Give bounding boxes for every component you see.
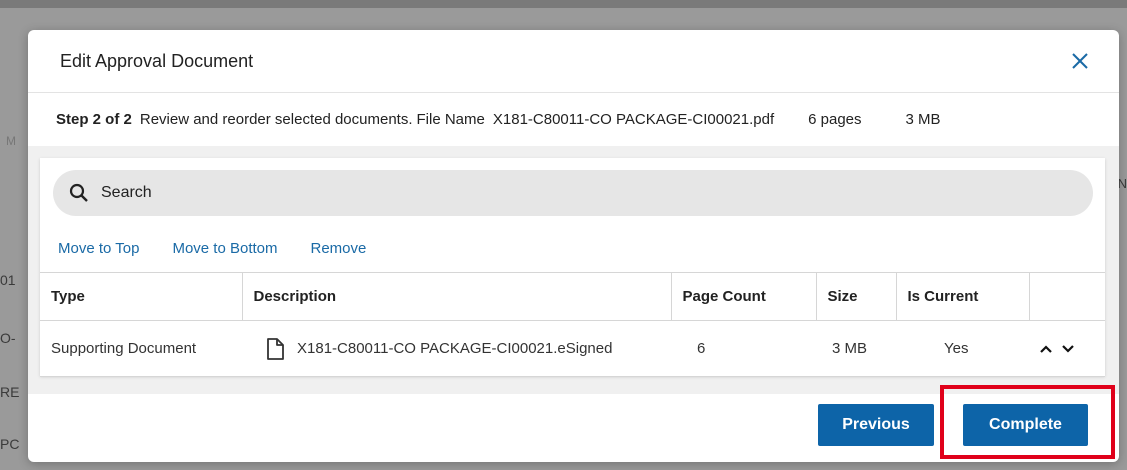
- cell-page-count: 6: [671, 320, 816, 377]
- step-description: Review and reorder selected documents.: [139, 111, 413, 128]
- document-actions: Move to Top Move to Bottom Remove: [58, 240, 399, 257]
- search-bar[interactable]: [53, 170, 1093, 216]
- close-icon[interactable]: [1069, 50, 1091, 72]
- document-name: X181-C80011-CO PACKAGE-CI00021.eSigned: [297, 340, 613, 357]
- column-header-description[interactable]: Description: [242, 272, 672, 321]
- search-icon: [69, 183, 89, 203]
- file-name-label: File Name: [416, 111, 485, 128]
- documents-panel: Move to Top Move to Bottom Remove Type D…: [40, 158, 1105, 377]
- step-indicator: Step 2 of 2: [56, 111, 132, 128]
- column-header-reorder: [1029, 272, 1105, 321]
- background-text-fragment: O-: [0, 330, 16, 346]
- documents-table: Type Description Page Count Size Is Curr…: [40, 272, 1105, 377]
- file-size-value: 3 MB: [905, 111, 941, 128]
- move-up-icon[interactable]: [1039, 342, 1053, 356]
- document-icon: [265, 337, 285, 360]
- cell-reorder: [1029, 320, 1105, 377]
- background-topbar: [0, 0, 1127, 8]
- dialog-title: Edit Approval Document: [60, 50, 254, 71]
- column-header-page-count[interactable]: Page Count: [671, 272, 817, 321]
- content-area: Move to Top Move to Bottom Remove Type D…: [28, 146, 1119, 394]
- column-header-type[interactable]: Type: [40, 272, 243, 321]
- previous-button[interactable]: Previous: [818, 404, 934, 446]
- background-text-fragment: 01: [0, 272, 16, 288]
- move-to-top-link[interactable]: Move to Top: [58, 240, 139, 257]
- table-row[interactable]: Supporting Document X181-C80011-CO PACKA…: [40, 320, 1105, 377]
- column-header-is-current[interactable]: Is Current: [896, 272, 1030, 321]
- edit-approval-document-dialog: Edit Approval Document Step 2 of 2 Revie…: [28, 30, 1119, 462]
- table-header-row: Type Description Page Count Size Is Curr…: [40, 272, 1105, 321]
- cell-size: 3 MB: [816, 320, 896, 377]
- complete-button[interactable]: Complete: [963, 404, 1088, 446]
- file-name-value: X181-C80011-CO PACKAGE-CI00021.pdf: [492, 111, 775, 128]
- background-text-fragment: RE: [0, 384, 20, 400]
- background-text-fragment: M: [6, 134, 16, 148]
- search-input[interactable]: [101, 184, 1001, 202]
- background-text-fragment: PC: [0, 436, 20, 452]
- cell-description: X181-C80011-CO PACKAGE-CI00021.eSigned: [242, 320, 671, 377]
- background-text-fragment: N: [1117, 176, 1127, 191]
- cell-type: Supporting Document: [40, 320, 242, 377]
- cell-is-current: Yes: [896, 320, 1029, 377]
- column-header-size[interactable]: Size: [816, 272, 897, 321]
- dialog-footer: Previous Complete: [28, 394, 1119, 462]
- dialog-header: Edit Approval Document: [28, 30, 1119, 92]
- step-info-bar: Step 2 of 2 Review and reorder selected …: [28, 92, 1119, 146]
- move-down-icon[interactable]: [1061, 342, 1075, 356]
- page-count-value: 6 pages: [808, 111, 862, 128]
- remove-link[interactable]: Remove: [311, 240, 367, 257]
- move-to-bottom-link[interactable]: Move to Bottom: [172, 240, 277, 257]
